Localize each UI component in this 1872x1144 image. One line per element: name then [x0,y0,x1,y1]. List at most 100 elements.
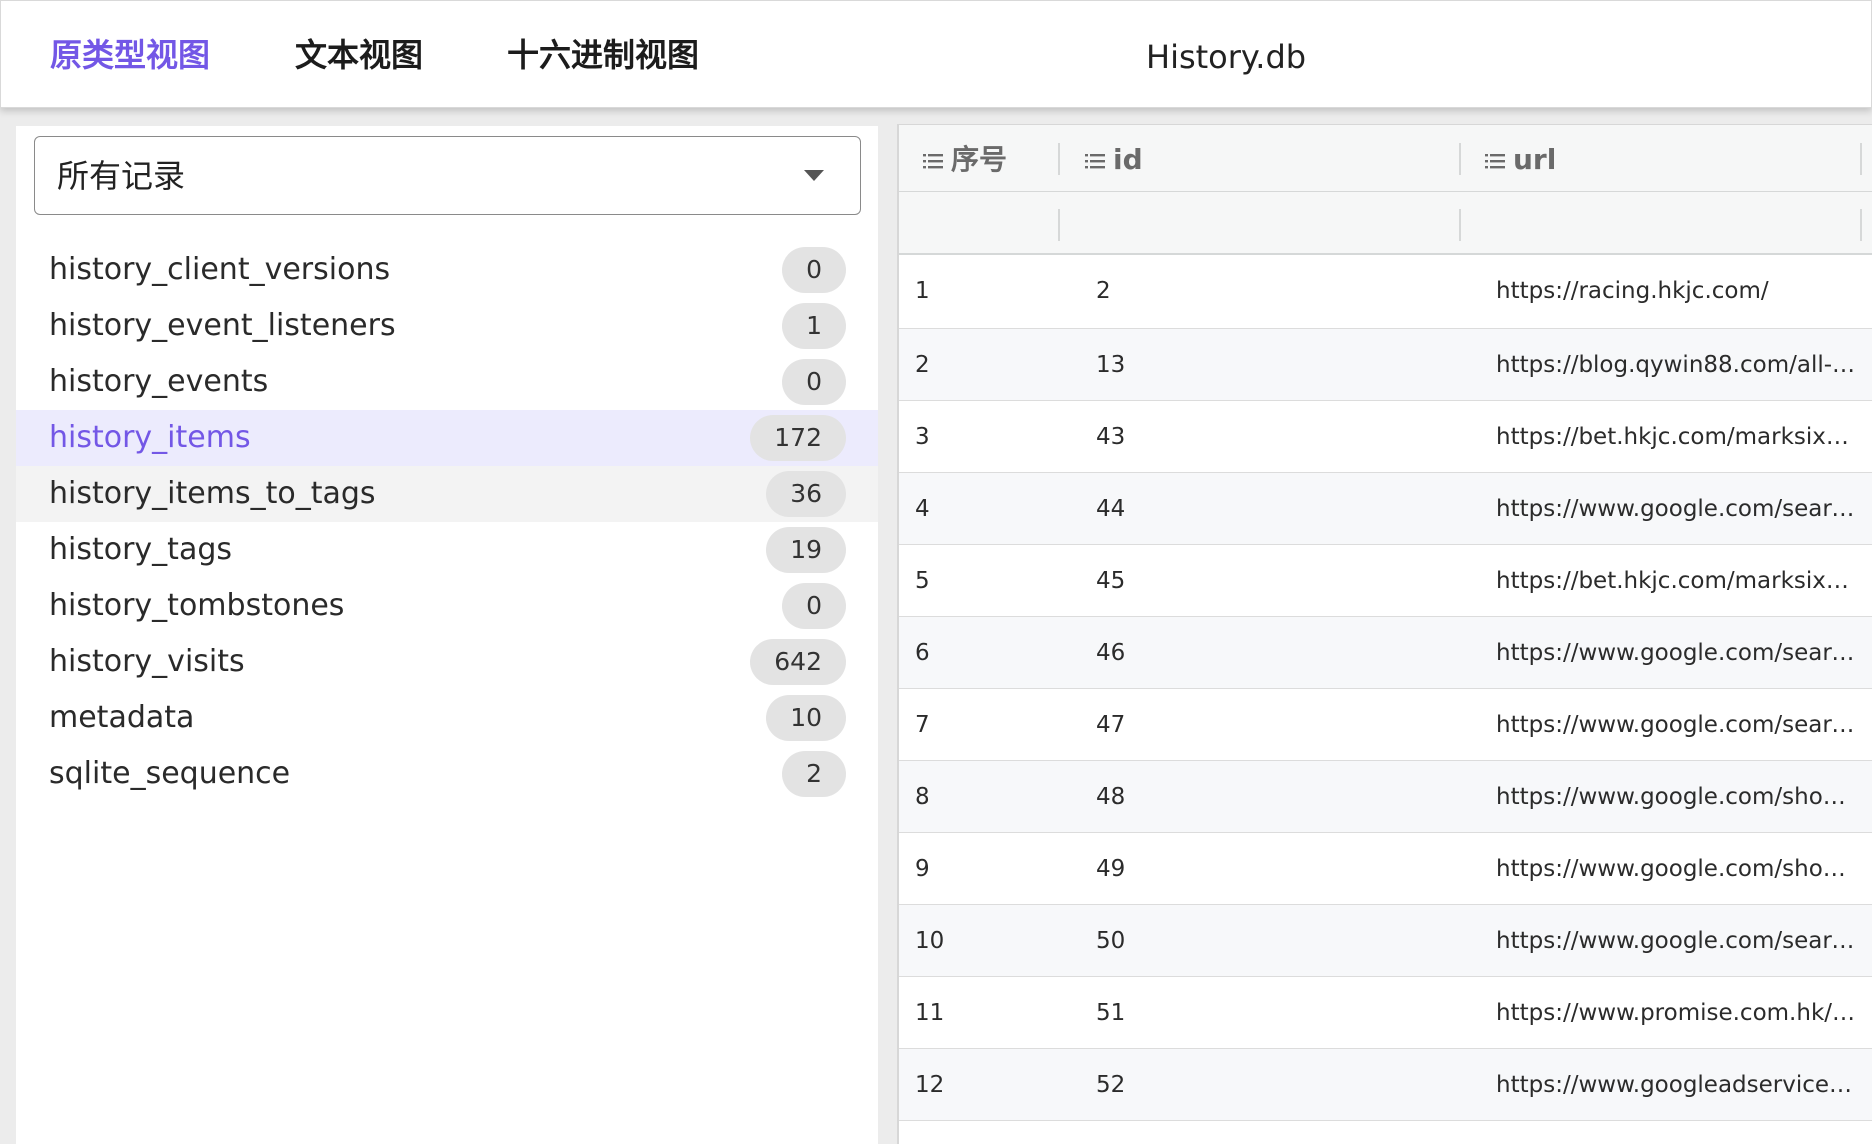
column-label-id: id [1113,143,1143,176]
top-bar: 原类型视图 文本视图 十六进制视图 History.db [0,0,1872,108]
cell-id: 46 [1096,640,1126,666]
table-row[interactable]: 6 46 https://www.google.com/searc... [899,617,1872,689]
table-name: history_tags [49,532,233,567]
row-count-badge: 10 [766,695,846,741]
tab-hex-view[interactable]: 十六进制视图 [507,35,699,75]
cell-id: 49 [1096,856,1126,882]
table-name: history_event_listeners [49,308,396,343]
table-name: history_events [49,364,269,399]
list-icon [923,154,943,169]
cell-id: 52 [1096,1072,1126,1098]
column-resize-handle[interactable] [1459,143,1461,175]
cell-url: https://www.google.com/shop... [1496,856,1856,882]
table-row[interactable]: 10 50 https://www.google.com/searc... [899,905,1872,977]
row-count-badge: 2 [782,751,846,797]
table-list-item[interactable]: history_visits 642 [16,634,878,690]
grid-body: 1 2 https://racing.hkjc.com/2 13 https://blo… [899,255,1872,1121]
file-title: History.db [1146,38,1307,76]
data-grid-panel: 序号 id url 1 2 https://racing.hkjc.com/2 13 h… [897,124,1872,1144]
row-count-badge: 642 [750,639,846,685]
table-name: history_visits [49,644,245,679]
table-row[interactable]: 4 44 https://www.google.com/searc... [899,473,1872,545]
cell-seq: 5 [915,568,930,594]
table-list-item[interactable]: history_tags 19 [16,522,878,578]
table-row[interactable]: 2 13 https://blog.qywin88.com/all-ar... [899,329,1872,401]
table-row[interactable]: 5 45 https://bet.hkjc.com/marksix/in... [899,545,1872,617]
table-list: history_client_versions 0 history_event_li… [16,242,878,802]
cell-seq: 10 [915,928,945,954]
table-name: history_items_to_tags [49,476,376,511]
cell-id: 13 [1096,352,1126,378]
row-count-badge: 0 [782,359,846,405]
table-name: history_tombstones [49,588,345,623]
column-label-url: url [1513,143,1557,176]
table-row[interactable]: 12 52 https://www.googleadservices.... [899,1049,1872,1121]
table-name: metadata [49,700,195,735]
cell-url: https://www.promise.com.hk/?... [1496,1000,1856,1026]
row-count-badge: 0 [782,247,846,293]
cell-id: 43 [1096,424,1126,450]
list-icon [1085,154,1105,169]
column-header-row: 序号 id url [899,125,1872,192]
table-name: history_client_versions [49,252,391,287]
tab-original-type-view[interactable]: 原类型视图 [50,35,210,75]
cell-url: https://racing.hkjc.com/ [1496,278,1769,304]
cell-seq: 9 [915,856,930,882]
table-row[interactable]: 1 2 https://racing.hkjc.com/ [899,255,1872,329]
record-filter-value: 所有记录 [57,157,186,195]
cell-seq: 7 [915,712,930,738]
row-count-badge: 172 [750,415,846,461]
table-list-item[interactable]: history_event_listeners 1 [16,298,878,354]
filter-separator [1058,209,1060,241]
tab-text-view[interactable]: 文本视图 [295,35,423,75]
table-list-item[interactable]: sqlite_sequence 2 [16,746,878,802]
row-count-badge: 36 [766,471,846,517]
table-row[interactable]: 3 43 https://bet.hkjc.com/marksix/Fi... [899,401,1872,473]
table-row[interactable]: 7 47 https://www.google.com/searc... [899,689,1872,761]
cell-id: 44 [1096,496,1126,522]
table-list-item[interactable]: history_items_to_tags 36 [16,466,878,522]
cell-id: 48 [1096,784,1126,810]
cell-seq: 2 [915,352,930,378]
cell-id: 2 [1096,278,1111,304]
cell-id: 47 [1096,712,1126,738]
column-header-url[interactable]: url [1485,143,1556,177]
table-list-item[interactable]: history_tombstones 0 [16,578,878,634]
cell-id: 51 [1096,1000,1126,1026]
cell-seq: 1 [915,278,930,304]
row-count-badge: 0 [782,583,846,629]
table-list-item[interactable]: metadata 10 [16,690,878,746]
cell-url: https://www.google.com/shop... [1496,784,1856,810]
cell-seq: 11 [915,1000,945,1026]
table-list-item[interactable]: history_items 172 [16,410,878,466]
table-row[interactable]: 8 48 https://www.google.com/shop... [899,761,1872,833]
column-resize-handle[interactable] [1860,143,1862,175]
table-list-item[interactable]: history_client_versions 0 [16,242,878,298]
cell-url: https://www.google.com/searc... [1496,928,1856,954]
cell-url: https://www.google.com/searc... [1496,496,1856,522]
caret-down-icon [804,170,824,181]
cell-url: https://bet.hkjc.com/marksix/in... [1496,568,1856,594]
cell-id: 50 [1096,928,1126,954]
column-header-id[interactable]: id [1085,143,1143,177]
cell-url: https://www.googleadservices.... [1496,1072,1856,1098]
table-list-panel: 所有记录 history_client_versions 0 history_eve… [16,126,878,1144]
cell-url: https://blog.qywin88.com/all-ar... [1496,352,1856,378]
cell-url: https://www.google.com/searc... [1496,640,1856,666]
column-header-seq[interactable]: 序号 [923,143,1007,177]
cell-seq: 4 [915,496,930,522]
list-icon [1485,154,1505,169]
table-list-item[interactable]: history_events 0 [16,354,878,410]
table-row[interactable]: 11 51 https://www.promise.com.hk/?... [899,977,1872,1049]
table-row[interactable]: 9 49 https://www.google.com/shop... [899,833,1872,905]
record-filter-select[interactable]: 所有记录 [34,136,861,215]
grid-header: 序号 id url [899,125,1872,255]
cell-seq: 8 [915,784,930,810]
cell-url: https://bet.hkjc.com/marksix/Fi... [1496,424,1856,450]
column-resize-handle[interactable] [1058,143,1060,175]
filter-separator [1860,209,1862,241]
row-count-badge: 1 [782,303,846,349]
table-name: sqlite_sequence [49,756,291,791]
cell-seq: 6 [915,640,930,666]
cell-seq: 3 [915,424,930,450]
